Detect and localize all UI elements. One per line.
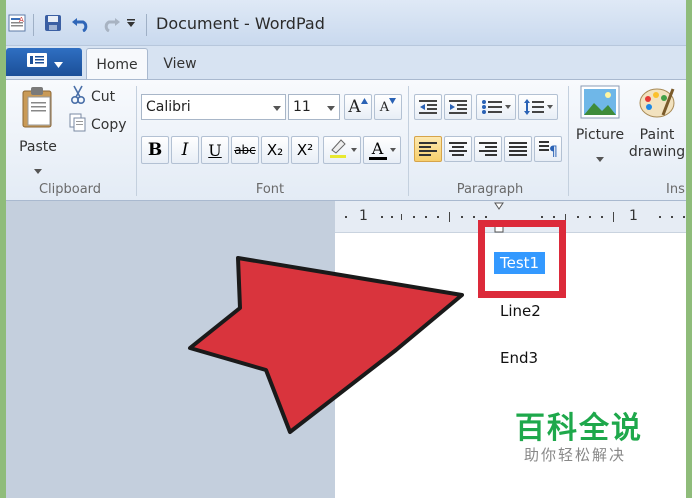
paint-palette-icon xyxy=(637,85,677,123)
decrease-indent-button[interactable] xyxy=(414,94,442,120)
group-separator xyxy=(568,86,569,196)
copy-icon xyxy=(69,113,87,137)
watermark-subtitle: 助你轻松解决 xyxy=(524,446,627,464)
scissors-icon xyxy=(69,85,87,109)
text-color-icon: A xyxy=(371,138,384,158)
align-center-icon xyxy=(449,142,467,156)
paragraph-icon: ¶ xyxy=(539,141,557,157)
justify-icon xyxy=(509,142,527,156)
underline-button[interactable]: U xyxy=(201,136,229,164)
qat-separator xyxy=(146,14,147,36)
font-size-dropdown[interactable]: 11 xyxy=(288,94,340,120)
paste-button[interactable]: Paste xyxy=(12,84,64,174)
ruler-label: 1 xyxy=(629,208,638,224)
cut-label: Cut xyxy=(91,89,116,105)
highlight-box xyxy=(478,220,566,298)
ruler-label: 1 xyxy=(359,208,368,224)
group-separator xyxy=(136,86,137,196)
paragraph-button[interactable]: ¶ xyxy=(534,136,562,162)
align-left-button[interactable] xyxy=(414,136,442,162)
window-title: Document - WordPad xyxy=(156,14,325,33)
bullets-button[interactable] xyxy=(476,94,516,120)
group-label-insert: Ins xyxy=(666,182,685,197)
shrink-font-button[interactable]: A xyxy=(374,94,402,120)
justify-button[interactable] xyxy=(504,136,532,162)
paint-label-2: drawing xyxy=(628,144,686,160)
application-menu-button[interactable] xyxy=(6,48,82,76)
chevron-down-icon xyxy=(596,147,604,166)
increase-indent-button[interactable] xyxy=(444,94,472,120)
increase-indent-icon xyxy=(449,100,467,114)
group-separator xyxy=(408,86,409,196)
save-icon[interactable] xyxy=(42,12,64,34)
text-color-swatch xyxy=(368,156,387,160)
superscript-button[interactable]: X² xyxy=(291,136,319,164)
redo-icon[interactable] xyxy=(100,12,122,34)
copy-button[interactable]: Copy xyxy=(68,113,132,137)
font-size-value: 11 xyxy=(293,99,311,115)
bold-button[interactable]: B xyxy=(141,136,169,164)
group-label-font: Font xyxy=(255,182,285,197)
paste-label: Paste xyxy=(19,139,57,155)
group-label-paragraph: Paragraph xyxy=(456,182,524,197)
strikethrough-button[interactable]: abc xyxy=(231,136,259,164)
bullet-list-icon xyxy=(481,100,502,114)
tab-home[interactable]: Home xyxy=(86,48,148,80)
document-line[interactable]: Line2 xyxy=(500,302,541,320)
pointer-arrow-icon xyxy=(188,256,464,434)
align-center-button[interactable] xyxy=(444,136,472,162)
wordpad-app-icon[interactable]: A xyxy=(6,12,28,34)
subscript-button[interactable]: X₂ xyxy=(261,136,289,164)
chevron-down-icon xyxy=(273,99,281,115)
menu-icon xyxy=(26,52,48,72)
document-line[interactable]: End3 xyxy=(500,349,538,367)
grow-font-icon: A xyxy=(348,97,361,117)
text-color-button[interactable]: A xyxy=(363,136,401,164)
chevron-down-icon xyxy=(34,159,42,178)
highlight-color-button[interactable] xyxy=(323,136,361,164)
grow-font-button[interactable]: A xyxy=(344,94,372,120)
italic-button[interactable]: I xyxy=(171,136,199,164)
copy-label: Copy xyxy=(91,117,127,133)
font-family-dropdown[interactable]: Calibri xyxy=(141,94,286,120)
align-left-icon xyxy=(419,142,437,156)
line-spacing-icon xyxy=(523,99,544,115)
decrease-indent-icon xyxy=(419,100,437,114)
tab-view[interactable]: View xyxy=(152,48,208,80)
clipboard-icon xyxy=(20,85,56,133)
customize-qat-icon[interactable] xyxy=(124,12,138,34)
group-label-clipboard: Clipboard xyxy=(38,182,102,197)
undo-icon[interactable] xyxy=(70,12,92,34)
picture-button[interactable]: Picture xyxy=(574,84,626,174)
paint-drawing-button[interactable]: Paint drawing xyxy=(628,84,686,174)
qat-separator xyxy=(33,14,34,36)
cut-button[interactable]: Cut xyxy=(68,85,128,109)
align-right-icon xyxy=(479,142,497,156)
svg-text:A: A xyxy=(19,16,24,24)
svg-text:¶: ¶ xyxy=(549,144,557,157)
picture-label: Picture xyxy=(575,127,625,143)
shrink-font-icon: A xyxy=(379,99,390,115)
paint-label-1: Paint xyxy=(639,127,675,143)
watermark-logo-text: 百科全说 xyxy=(515,411,643,446)
align-right-button[interactable] xyxy=(474,136,502,162)
font-family-value: Calibri xyxy=(146,99,191,115)
highlighter-icon xyxy=(328,137,348,163)
picture-icon xyxy=(580,85,620,123)
chevron-down-icon xyxy=(327,99,335,115)
line-spacing-button[interactable] xyxy=(518,94,558,120)
chevron-down-icon xyxy=(53,53,63,72)
